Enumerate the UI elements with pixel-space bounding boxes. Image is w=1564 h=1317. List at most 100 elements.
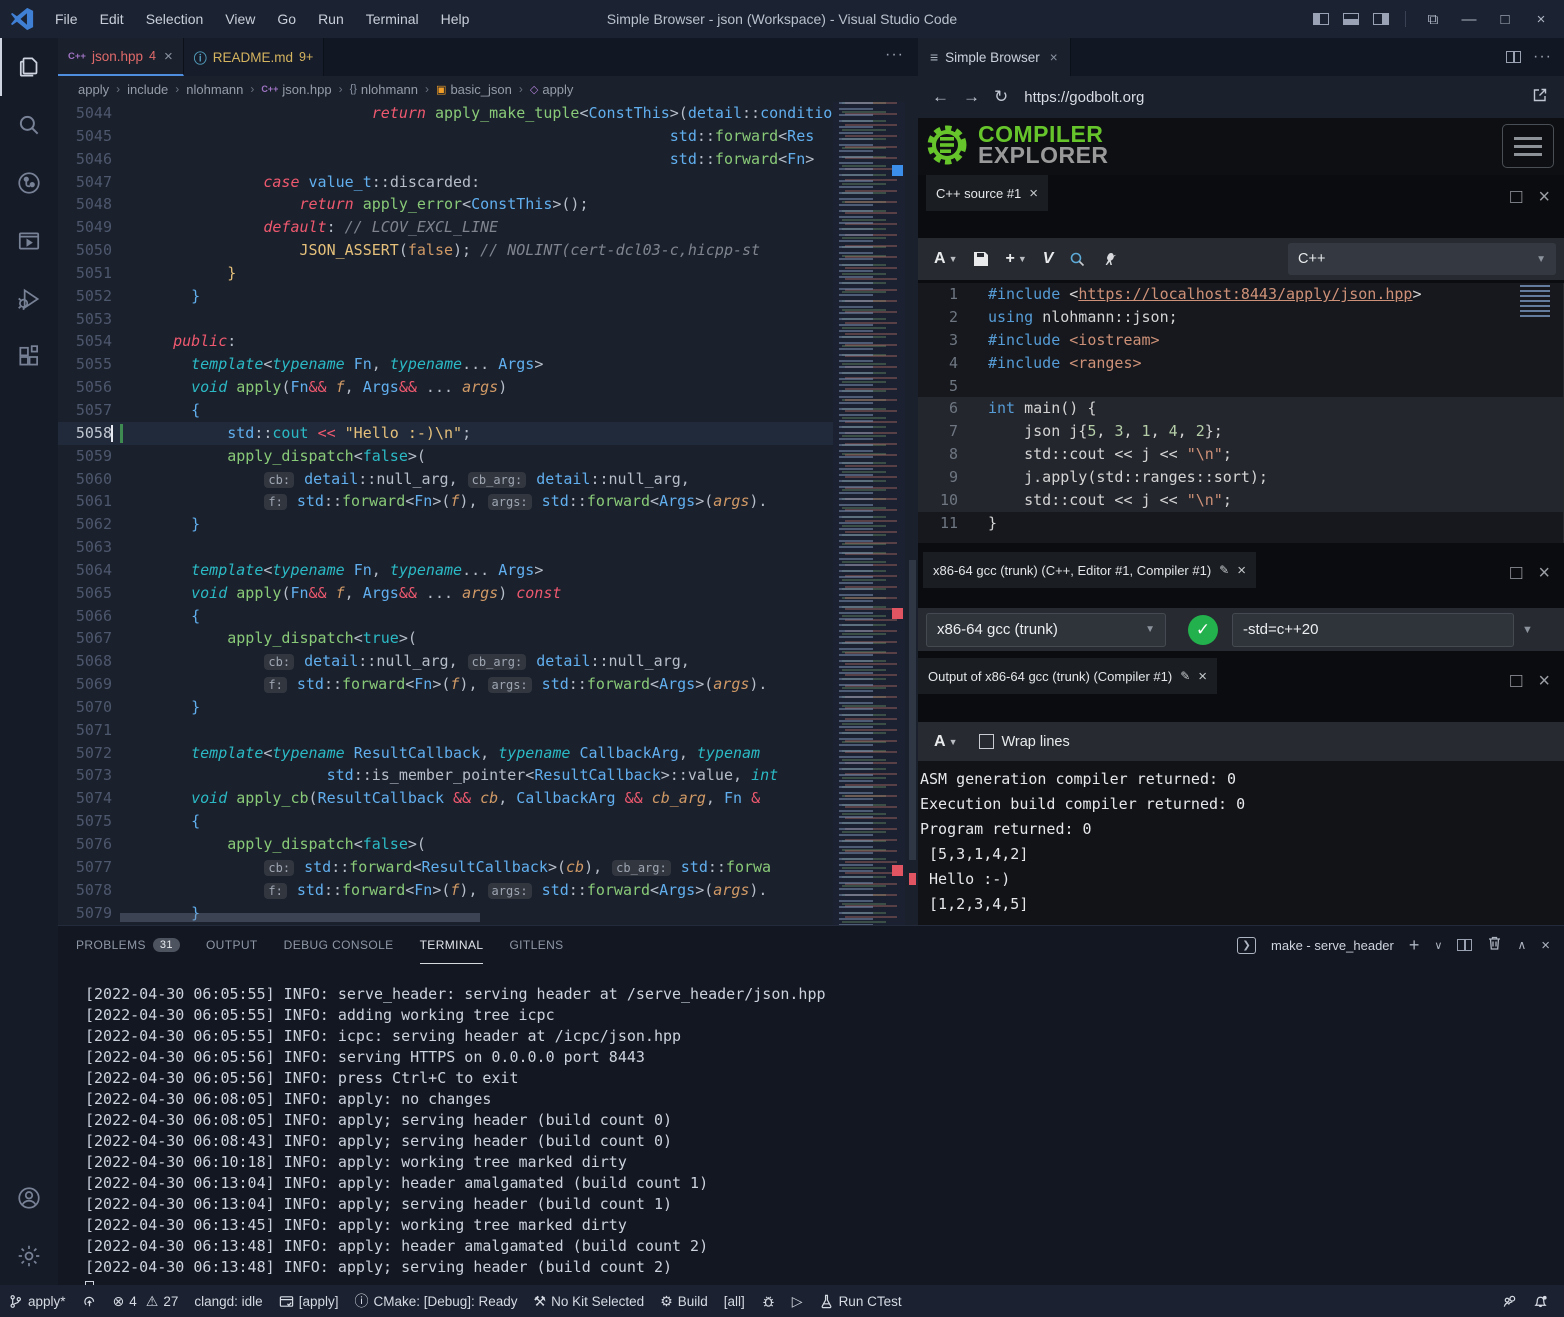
options-dropdown-icon[interactable]: ▼ — [1522, 624, 1533, 636]
explorer-icon[interactable] — [0, 38, 58, 96]
menu-run[interactable]: Run — [307, 0, 355, 38]
back-icon[interactable]: ← — [932, 87, 949, 107]
maximize-pane-icon[interactable]: □ — [1510, 562, 1522, 585]
close-tab-icon[interactable]: × — [164, 48, 173, 65]
code-line-5057[interactable]: 5057 { — [58, 399, 833, 422]
breadcrumb-item[interactable]: basic_json — [450, 82, 511, 97]
hamburger-menu-icon[interactable] — [1502, 124, 1554, 168]
code-line-5056[interactable]: 5056 void apply(Fn&& f, Args&& ... args) — [58, 376, 833, 399]
close-pane-icon[interactable]: × — [1538, 562, 1550, 585]
code-line-5059[interactable]: 5059 apply_dispatch<false>( — [58, 445, 833, 468]
code-line-9[interactable]: 9 j.apply(std::ranges::sort); — [918, 466, 1563, 489]
close-pane-icon[interactable]: × — [1538, 670, 1550, 693]
code-editor[interactable]: 5044 return apply_make_tuple<ConstThis>(… — [58, 102, 833, 925]
code-line-5065[interactable]: 5065 void apply(Fn&& f, Args&& ... args)… — [58, 582, 833, 605]
clangd-status-item[interactable]: clangd: idle — [186, 1285, 270, 1317]
kill-terminal-trash-icon[interactable] — [1487, 935, 1502, 955]
maximize-button[interactable]: □ — [1490, 11, 1520, 28]
breadcrumb-item[interactable]: nlohmann — [361, 82, 418, 97]
tab-terminal[interactable]: TERMINAL — [420, 926, 484, 964]
code-line-4[interactable]: 4#include <ranges> — [918, 352, 1563, 375]
code-line-1[interactable]: 1#include <https://localhost:8443/apply/… — [918, 283, 1563, 306]
tab-json-hpp[interactable]: C++ json.hpp 4 × — [58, 38, 184, 76]
code-line-5062[interactable]: 5062 } — [58, 513, 833, 536]
code-line-7[interactable]: 7 json j{5, 3, 1, 4, 2}; — [918, 420, 1563, 443]
maximize-pane-icon[interactable]: □ — [1510, 670, 1522, 693]
close-pane-icon[interactable]: × — [1538, 186, 1550, 209]
launch-play-icon[interactable]: ▷ — [784, 1285, 811, 1317]
build-button[interactable]: ⚙ Build — [652, 1285, 716, 1317]
code-line-5077[interactable]: 5077 cb: std::forward<ResultCallback>(cb… — [58, 856, 833, 879]
build-target-item[interactable]: [all] — [716, 1285, 753, 1317]
compiler-explorer-logo[interactable]: COMPILER EXPLORER — [924, 122, 1109, 168]
code-line-5067[interactable]: 5067 apply_dispatch<true>( — [58, 627, 833, 650]
quick-bench-icon[interactable] — [1102, 251, 1119, 268]
problems-status-item[interactable]: ⊗ 4 ⚠ 27 — [105, 1285, 187, 1317]
terminal-content[interactable]: [2022-04-30 06:05:55] INFO: serve_header… — [85, 984, 1545, 1284]
menu-selection[interactable]: Selection — [135, 0, 215, 38]
code-line-5048[interactable]: 5048 return apply_error<ConstThis>(); — [58, 193, 833, 216]
feedback-icon[interactable] — [1494, 1285, 1525, 1317]
code-line-5049[interactable]: 5049 default: // LCOV_EXCL_LINE — [58, 216, 833, 239]
code-line-2[interactable]: 2using nlohmann::json; — [918, 306, 1563, 329]
menu-edit[interactable]: Edit — [89, 0, 135, 38]
breadcrumb-item[interactable]: json.hpp — [282, 82, 331, 97]
code-line-5052[interactable]: 5052 } — [58, 285, 833, 308]
code-line-5066[interactable]: 5066 { — [58, 605, 833, 628]
forward-icon[interactable]: → — [963, 87, 980, 107]
tab-problems[interactable]: PROBLEMS 31 — [76, 926, 180, 964]
output-pane-tab[interactable]: Output of x86-64 gcc (trunk) (Compiler #… — [918, 658, 1217, 694]
cpp-insights-icon[interactable] — [1069, 251, 1086, 268]
simple-browser-preview-icon[interactable] — [0, 212, 58, 270]
menu-file[interactable]: File — [44, 0, 89, 38]
code-line-5072[interactable]: 5072 template<typename ResultCallback, t… — [58, 742, 833, 765]
git-branch-item[interactable]: apply* — [0, 1285, 74, 1317]
breadcrumb-item[interactable]: include — [127, 82, 168, 97]
language-select[interactable]: C++ ▼ — [1288, 243, 1556, 275]
kit-select-item[interactable]: ⚒ No Kit Selected — [526, 1285, 653, 1317]
code-line-5061[interactable]: 5061 f: std::forward<Fn>(f), args: std::… — [58, 490, 833, 513]
customize-layout-icon[interactable]: ⧉ — [1418, 11, 1448, 28]
add-pane-icon[interactable]: +▼ — [1005, 250, 1026, 268]
save-icon[interactable] — [973, 251, 989, 267]
debug-bug-icon[interactable] — [753, 1285, 784, 1317]
code-line-5064[interactable]: 5064 template<typename Fn, typename... A… — [58, 559, 833, 582]
tab-output[interactable]: OUTPUT — [206, 926, 258, 964]
wrap-lines-checkbox[interactable] — [979, 734, 994, 749]
terminal-title[interactable]: make - serve_header — [1271, 938, 1394, 953]
toggle-panel-icon[interactable] — [1343, 13, 1359, 25]
code-line-5078[interactable]: 5078 f: std::forward<Fn>(f), args: std::… — [58, 879, 833, 902]
code-line-8[interactable]: 8 std::cout << j << "\n"; — [918, 443, 1563, 466]
close-icon[interactable]: × — [1237, 562, 1246, 579]
source-control-icon[interactable] — [0, 154, 58, 212]
new-terminal-icon[interactable]: + — [1409, 935, 1420, 956]
breadcrumb-item[interactable]: nlohmann — [186, 82, 243, 97]
code-line-5069[interactable]: 5069 f: std::forward<Fn>(f), args: std::… — [58, 673, 833, 696]
search-icon[interactable] — [0, 96, 58, 154]
rename-pencil-icon[interactable]: ✎ — [1180, 669, 1190, 683]
tab-gitlens[interactable]: GITLENS — [509, 926, 563, 964]
settings-gear-icon[interactable] — [0, 1227, 58, 1285]
code-line-5073[interactable]: 5073 std::is_member_pointer<ResultCallba… — [58, 764, 833, 787]
reload-icon[interactable]: ↻ — [994, 87, 1008, 107]
code-line-5046[interactable]: 5046 std::forward<Fn> — [58, 148, 833, 171]
toggle-secondary-sidebar-icon[interactable] — [1373, 13, 1389, 25]
horizontal-scrollbar[interactable] — [120, 913, 480, 922]
font-size-icon[interactable]: A▼ — [934, 250, 957, 268]
code-line-5063[interactable]: 5063 — [58, 536, 833, 559]
split-terminal-icon[interactable] — [1457, 939, 1472, 951]
maximize-pane-icon[interactable]: □ — [1510, 186, 1522, 209]
run-ctest-button[interactable]: Run CTest — [811, 1285, 910, 1317]
font-size-icon[interactable]: A▼ — [934, 733, 957, 751]
url-input[interactable]: https://godbolt.org — [1024, 89, 1144, 106]
code-line-5051[interactable]: 5051 } — [58, 262, 833, 285]
ce-source-editor[interactable]: 1#include <https://localhost:8443/apply/… — [918, 283, 1564, 543]
more-actions-icon[interactable]: ··· — [1533, 48, 1552, 66]
minimize-button[interactable]: — — [1454, 11, 1484, 28]
menu-terminal[interactable]: Terminal — [355, 0, 430, 38]
close-icon[interactable]: × — [1029, 185, 1038, 202]
toggle-sidebar-icon[interactable] — [1313, 13, 1329, 25]
cmake-project-item[interactable]: [apply] — [271, 1285, 347, 1317]
cmake-status-item[interactable]: ⓘ CMake: [Debug]: Ready — [346, 1285, 525, 1317]
code-line-5068[interactable]: 5068 cb: detail::null_arg, cb_arg: detai… — [58, 650, 833, 673]
